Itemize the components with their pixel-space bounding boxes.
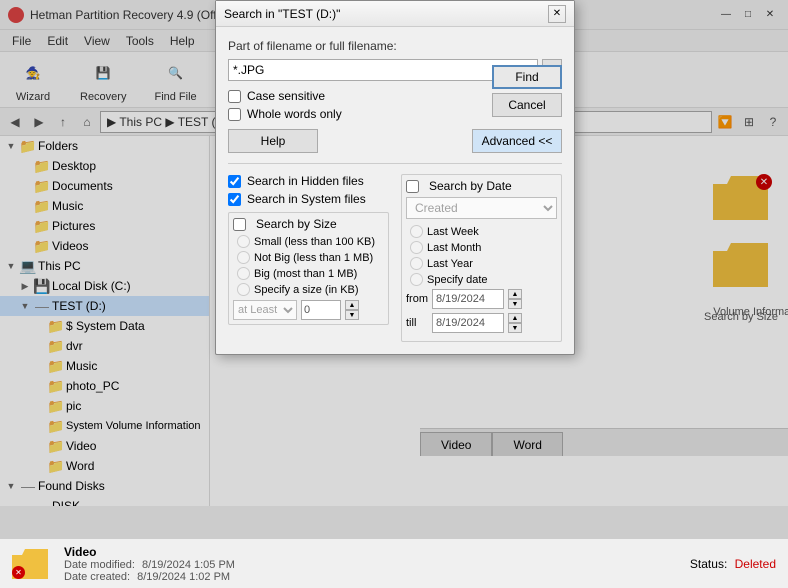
dialog-title-bar: Search in "TEST (D:)" ✕ (216, 1, 574, 27)
date-lastyear-row: Last Year (406, 257, 557, 270)
size-up-button[interactable]: ▲ (345, 300, 359, 310)
date-lastweek-radio[interactable] (410, 225, 423, 238)
advanced-section: Search in Hidden files Search in System … (228, 163, 562, 342)
search-date-title-row: Search by Date (406, 179, 557, 193)
search-hidden-checkbox[interactable] (228, 175, 241, 188)
created-value: 8/19/2024 1:02 PM (137, 571, 230, 583)
whole-words-checkbox[interactable] (228, 108, 241, 121)
dialog-title: Search in "TEST (D:)" (224, 7, 340, 21)
date-specify-label: Specify date (427, 274, 488, 286)
from-spinners: ▲ ▼ (508, 289, 522, 309)
search-system-checkbox[interactable] (228, 193, 241, 206)
search-date-checkbox[interactable] (406, 180, 419, 193)
size-small-radio[interactable] (237, 235, 250, 248)
whole-words-label: Whole words only (247, 107, 342, 121)
search-by-date-group: Search by Date Created Modified Accessed… (401, 174, 562, 342)
search-hidden-label: Search in Hidden files (247, 174, 364, 188)
from-down-button[interactable]: ▼ (508, 299, 522, 309)
till-label: till (406, 317, 428, 329)
dialog-close-button[interactable]: ✕ (548, 5, 566, 23)
size-small-label: Small (less than 100 KB) (254, 236, 375, 248)
date-lastyear-radio[interactable] (410, 257, 423, 270)
date-type-row: Created Modified Accessed (406, 197, 557, 219)
date-from-row: from ▲ ▼ (406, 289, 557, 309)
date-type-select[interactable]: Created Modified Accessed (406, 197, 557, 219)
search-by-size-group: Search by Size Small (less than 100 KB) … (228, 212, 389, 325)
date-lastweek-row: Last Week (406, 225, 557, 238)
status-right: Status: Deleted (690, 557, 776, 571)
status-deleted-badge: ✕ (12, 566, 25, 579)
size-big-label: Big (most than 1 MB) (254, 268, 357, 280)
dialog-body: Part of filename or full filename: ▼ Cas… (216, 27, 574, 354)
from-date-input[interactable] (432, 289, 504, 309)
size-notbig-radio[interactable] (237, 251, 250, 264)
size-down-button[interactable]: ▼ (345, 310, 359, 320)
size-value-row: at Least ▲ ▼ (233, 300, 384, 320)
search-system-row: Search in System files (228, 192, 389, 206)
size-specify-row: Specify a size (in KB) (233, 283, 384, 296)
search-system-label: Search in System files (247, 192, 366, 206)
size-notbig-row: Not Big (less than 1 MB) (233, 251, 384, 264)
status-detail-2: Date created: 8/19/2024 1:02 PM (64, 571, 674, 583)
till-date-input[interactable] (432, 313, 504, 333)
size-small-row: Small (less than 100 KB) (233, 235, 384, 248)
status-detail-1: Date modified: 8/19/2024 1:05 PM (64, 559, 674, 571)
date-lastmonth-row: Last Month (406, 241, 557, 254)
till-down-button[interactable]: ▼ (508, 323, 522, 333)
modified-label: Date modified: (64, 559, 135, 571)
created-label: Date created: (64, 571, 130, 583)
search-dialog: Search in "TEST (D:)" ✕ Part of filename… (215, 0, 575, 355)
from-up-button[interactable]: ▲ (508, 289, 522, 299)
modified-value: 8/19/2024 1:05 PM (142, 559, 235, 571)
size-specify-label: Specify a size (in KB) (254, 284, 359, 296)
size-specify-radio[interactable] (237, 283, 250, 296)
filename-label: Part of filename or full filename: (228, 39, 562, 53)
case-sensitive-checkbox[interactable] (228, 90, 241, 103)
till-spinners: ▲ ▼ (508, 313, 522, 333)
search-size-label: Search by Size (256, 217, 337, 231)
search-hidden-row: Search in Hidden files (228, 174, 389, 188)
size-big-radio[interactable] (237, 267, 250, 280)
size-value-input[interactable] (301, 300, 341, 320)
size-big-row: Big (most than 1 MB) (233, 267, 384, 280)
adv-right: Search by Date Created Modified Accessed… (401, 174, 562, 342)
date-till-row: till ▲ ▼ (406, 313, 557, 333)
cancel-button[interactable]: Cancel (492, 93, 562, 117)
dialog-action-buttons: Find Cancel (492, 65, 562, 117)
status-value: Deleted (735, 557, 776, 571)
date-lastweek-label: Last Week (427, 226, 479, 238)
status-label: Status: (690, 557, 727, 571)
advanced-button[interactable]: Advanced << (472, 129, 562, 153)
till-up-button[interactable]: ▲ (508, 313, 522, 323)
size-atleast-select[interactable]: at Least (233, 300, 297, 320)
search-size-checkbox[interactable] (233, 218, 246, 231)
help-button[interactable]: Help (228, 129, 318, 153)
status-item-name: Video (64, 545, 674, 559)
date-specify-row: Specify date (406, 273, 557, 286)
case-sensitive-label: Case sensitive (247, 89, 325, 103)
size-spinners: ▲ ▼ (345, 300, 359, 320)
help-advanced-row: Help Advanced << (228, 129, 562, 153)
search-date-label: Search by Date (429, 179, 512, 193)
size-notbig-label: Not Big (less than 1 MB) (254, 252, 373, 264)
adv-left: Search in Hidden files Search in System … (228, 174, 389, 342)
from-label: from (406, 293, 428, 305)
date-lastmonth-radio[interactable] (410, 241, 423, 254)
date-lastmonth-label: Last Month (427, 242, 481, 254)
status-bar: ✕ Video Date modified: 8/19/2024 1:05 PM… (0, 538, 788, 588)
search-size-title-row: Search by Size (233, 217, 384, 231)
find-button[interactable]: Find (492, 65, 562, 89)
date-specify-radio[interactable] (410, 273, 423, 286)
status-info: Video Date modified: 8/19/2024 1:05 PM D… (64, 545, 674, 583)
date-lastyear-label: Last Year (427, 258, 473, 270)
